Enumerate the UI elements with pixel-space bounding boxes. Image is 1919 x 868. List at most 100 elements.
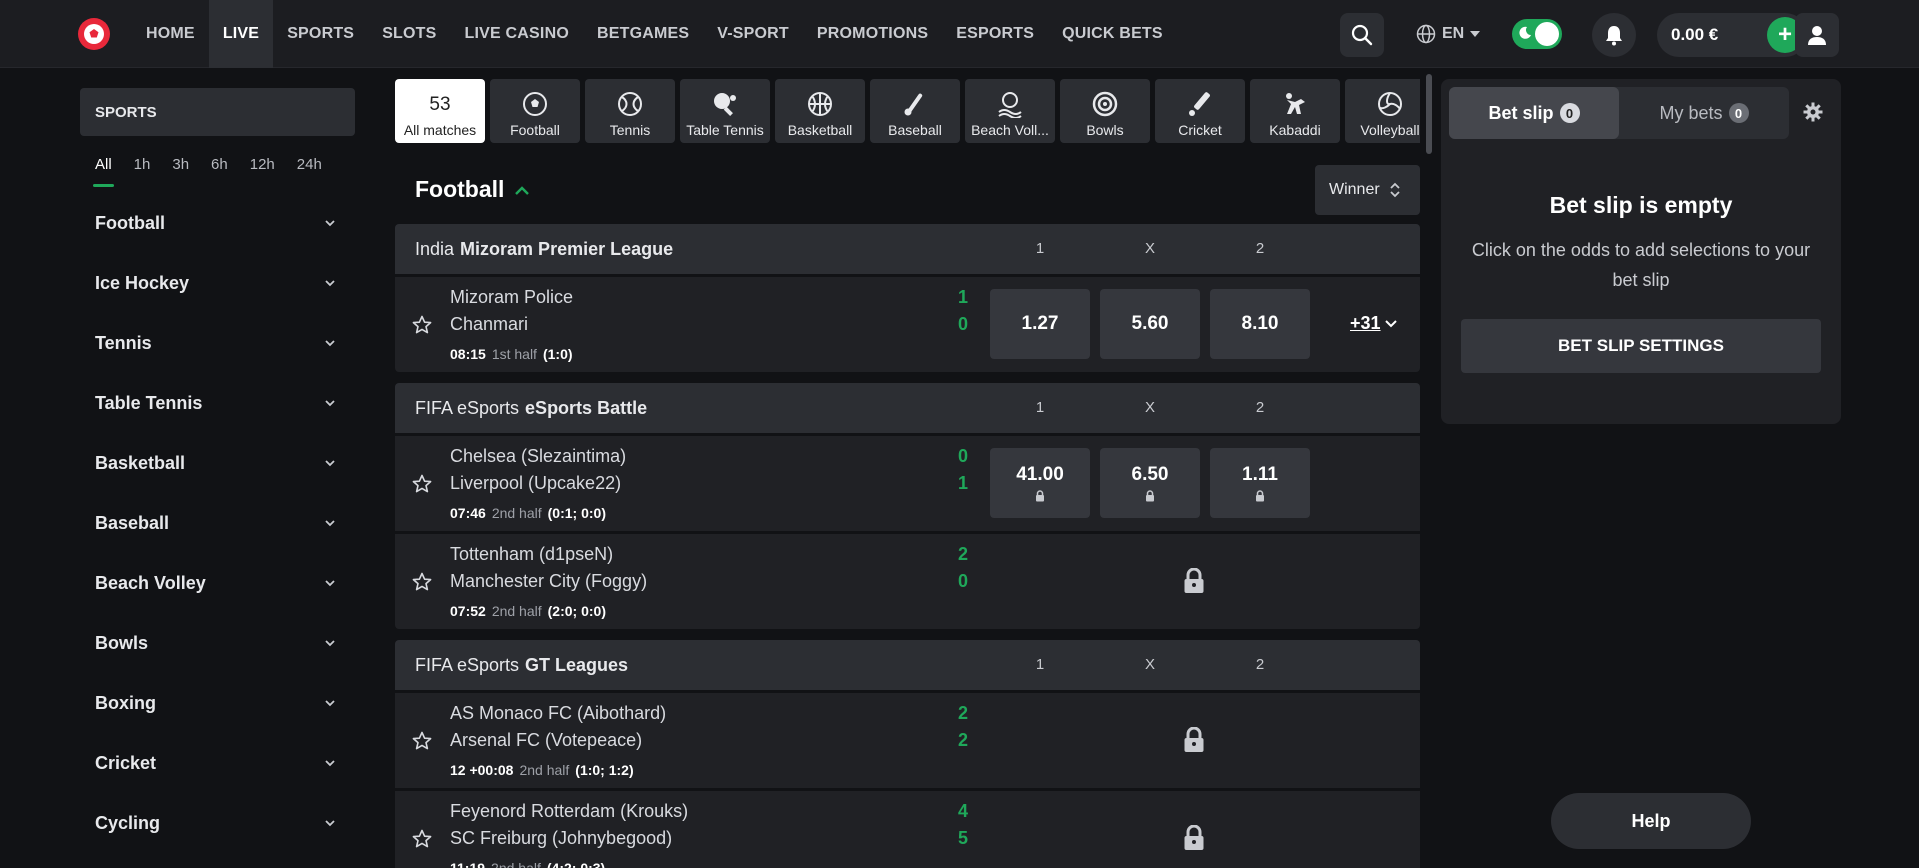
sidebar-item-football[interactable]: Football: [80, 193, 355, 253]
tab-baseball[interactable]: Baseball: [870, 79, 960, 143]
away-team[interactable]: Liverpool (Upcake22): [450, 473, 621, 494]
tab-beach-voll[interactable]: Beach Voll...: [965, 79, 1055, 143]
tab-volleyball[interactable]: Volleyball: [1345, 79, 1420, 143]
nav-item-quick-bets[interactable]: QUICK BETS: [1048, 0, 1177, 68]
sidebar-item-basketball[interactable]: Basketball: [80, 433, 355, 493]
chevron-up-icon: [515, 185, 530, 195]
more-markets-link[interactable]: +31: [1350, 313, 1397, 334]
home-team[interactable]: Chelsea (Slezaintima): [450, 446, 626, 467]
sidebar-item-label: Bowls: [95, 632, 149, 653]
tab-kabaddi[interactable]: Kabaddi: [1250, 79, 1340, 143]
lock-icon: [1184, 568, 1204, 593]
match-row[interactable]: Tottenham (d1pseN) Manchester City (Foggy…: [395, 534, 1420, 629]
home-team[interactable]: Tottenham (d1pseN): [450, 544, 613, 565]
favorite-star-icon[interactable]: [412, 572, 432, 592]
chevron-down-icon: [325, 760, 335, 767]
tab-football[interactable]: Football: [490, 79, 580, 143]
sidebar-item-ice-hockey[interactable]: Ice Hockey: [80, 253, 355, 313]
sidebar-item-baseball[interactable]: Baseball: [80, 493, 355, 553]
timeframe-24h[interactable]: 24h: [297, 156, 322, 187]
help-button[interactable]: Help: [1551, 793, 1751, 849]
league-header[interactable]: FIFA eSports eSports Battle 1 X 2: [395, 383, 1420, 433]
dark-mode-toggle[interactable]: [1512, 19, 1562, 49]
nav-item-betgames[interactable]: BETGAMES: [583, 0, 703, 68]
timeframe-1h[interactable]: 1h: [134, 156, 151, 187]
nav-item-esports[interactable]: ESPORTS: [942, 0, 1048, 68]
favorite-star-icon[interactable]: [412, 315, 432, 335]
section-title[interactable]: Football: [415, 176, 530, 203]
nav-item-promotions[interactable]: PROMOTIONS: [803, 0, 942, 68]
home-team[interactable]: AS Monaco FC (Aibothard): [450, 703, 666, 724]
nav-item-live[interactable]: LIVE: [208, 0, 274, 68]
page-title: Football: [415, 176, 505, 202]
favorite-star-icon[interactable]: [412, 829, 432, 849]
chevron-down-icon: [325, 640, 335, 647]
match-result: (1:0; 1:2): [575, 762, 634, 778]
away-team[interactable]: SC Freiburg (Johnybegood): [450, 828, 672, 849]
chevron-down-icon: [325, 220, 335, 227]
sidebar-item-table-tennis[interactable]: Table Tennis: [80, 373, 355, 433]
tab-cricket[interactable]: Cricket: [1155, 79, 1245, 143]
sort-icon: [1390, 182, 1400, 198]
league-header[interactable]: India Mizoram Premier League 1 X 2: [395, 224, 1420, 274]
tab-label: Football: [510, 122, 560, 138]
match-row[interactable]: Chelsea (Slezaintima) Liverpool (Upcake22…: [395, 436, 1420, 531]
odds-value: 1.11: [1242, 464, 1278, 485]
nav-item-sports[interactable]: SPORTS: [273, 0, 368, 68]
away-team[interactable]: Arsenal FC (Votepeace): [450, 730, 642, 751]
sidebar-item-beach-volley[interactable]: Beach Volley: [80, 553, 355, 613]
away-team[interactable]: Manchester City (Foggy): [450, 571, 647, 592]
gear-icon[interactable]: [1802, 101, 1824, 123]
favorite-star-icon[interactable]: [412, 474, 432, 494]
tab-bowls[interactable]: Bowls: [1060, 79, 1150, 143]
odds-button-x[interactable]: 5.60: [1100, 289, 1200, 359]
tab-bet-slip[interactable]: Bet slip 0: [1449, 87, 1619, 139]
favorite-star-icon[interactable]: [412, 731, 432, 751]
odds-button-2[interactable]: 1.11: [1210, 448, 1310, 518]
notifications-button[interactable]: [1592, 13, 1636, 57]
tab-table-tennis[interactable]: Table Tennis: [680, 79, 770, 143]
top-navigation-bar: HOME LIVE SPORTS SLOTS LIVE CASINO BETGAMES V-…: [0, 0, 1919, 68]
match-result: (4:2; 0:3): [546, 860, 606, 868]
sidebar-item-cricket[interactable]: Cricket: [80, 733, 355, 793]
sidebar-item-boxing[interactable]: Boxing: [80, 673, 355, 733]
home-team[interactable]: Feyenord Rotterdam (Krouks): [450, 801, 688, 822]
match-row[interactable]: AS Monaco FC (Aibothard) Arsenal FC (Vote…: [395, 693, 1420, 788]
bet-slip-settings-button[interactable]: BET SLIP SETTINGS: [1461, 319, 1821, 373]
timeframe-3h[interactable]: 3h: [172, 156, 189, 187]
nav-item-live-casino[interactable]: LIVE CASINO: [451, 0, 583, 68]
odds-button-x[interactable]: 6.50: [1100, 448, 1200, 518]
timeframe-all[interactable]: All: [93, 156, 114, 187]
tab-my-bets[interactable]: My bets 0: [1619, 87, 1789, 139]
odds-button-1[interactable]: 41.00: [990, 448, 1090, 518]
sidebar-item-tennis[interactable]: Tennis: [80, 313, 355, 373]
odds-column-header: X: [1144, 656, 1155, 673]
league-header[interactable]: FIFA eSports GT Leagues 1 X 2: [395, 640, 1420, 690]
tabs-scrollbar[interactable]: [1426, 74, 1432, 154]
search-button[interactable]: [1340, 13, 1384, 57]
search-icon: [1351, 24, 1373, 46]
account-button[interactable]: [1795, 13, 1839, 57]
odds-button-1[interactable]: 1.27: [990, 289, 1090, 359]
tab-tennis[interactable]: Tennis: [585, 79, 675, 143]
sidebar-item-cycling[interactable]: Cycling: [80, 793, 355, 853]
odds-column-header: 1: [1035, 656, 1045, 673]
odds-button-2[interactable]: 8.10: [1210, 289, 1310, 359]
sports-sidebar: SPORTS All 1h 3h 6h 12h 24h Football Ice Hocke…: [80, 88, 355, 853]
nav-item-v-sport[interactable]: V-SPORT: [703, 0, 803, 68]
nav-item-home[interactable]: HOME: [132, 0, 209, 68]
tab-basketball[interactable]: Basketball: [775, 79, 865, 143]
timeframe-12h[interactable]: 12h: [250, 156, 275, 187]
match-row[interactable]: Feyenord Rotterdam (Krouks) SC Freiburg (…: [395, 791, 1420, 868]
away-team[interactable]: Chanmari: [450, 314, 528, 335]
tab-all-matches[interactable]: 53 All matches: [395, 79, 485, 143]
market-selector[interactable]: Winner: [1315, 165, 1420, 215]
home-team[interactable]: Mizoram Police: [450, 287, 573, 308]
logo-icon[interactable]: [78, 18, 110, 50]
balance-display[interactable]: 0.00 € +: [1657, 13, 1807, 57]
match-row[interactable]: Mizoram Police Chanmari 1 0 08:15 1st half (1:…: [395, 277, 1420, 372]
nav-item-slots[interactable]: SLOTS: [368, 0, 450, 68]
language-selector[interactable]: EN: [1416, 20, 1481, 48]
sidebar-item-bowls[interactable]: Bowls: [80, 613, 355, 673]
timeframe-6h[interactable]: 6h: [211, 156, 228, 187]
